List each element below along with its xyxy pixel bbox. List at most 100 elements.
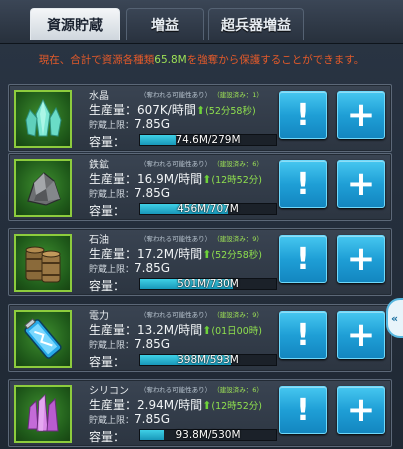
built-count: （建設済み：9） bbox=[213, 311, 263, 319]
production-time: (12時52分) bbox=[211, 175, 262, 186]
production-label: 生産量： bbox=[89, 103, 138, 117]
info-button[interactable]: ! bbox=[279, 386, 327, 434]
production-time: (12時52分) bbox=[211, 401, 262, 412]
add-button[interactable]: + bbox=[337, 311, 385, 359]
storage-limit-row: 貯蔵上限：7.85G bbox=[89, 117, 170, 131]
storage-limit-row: 貯蔵上限：7.85G bbox=[89, 186, 170, 200]
storage-limit-value: 7.85G bbox=[134, 186, 171, 200]
resource-name: 電力 bbox=[89, 311, 109, 322]
info-button[interactable]: ! bbox=[279, 311, 327, 359]
resource-status-tag: （奪われる可能性あり） （建設済み：6） bbox=[140, 158, 263, 168]
protected-tag: （奪われる可能性あり） bbox=[140, 235, 212, 243]
capacity-bar: 398M/593M bbox=[139, 354, 277, 366]
built-count: （建設済み：9） bbox=[213, 235, 263, 243]
capacity-label: 容量： bbox=[89, 279, 126, 293]
storage-limit-value: 7.85G bbox=[134, 117, 171, 131]
resource-status-tag: （奪われる可能性あり） （建設済み：9） bbox=[140, 309, 263, 319]
resource-name: 水晶 bbox=[89, 91, 109, 102]
add-button[interactable]: + bbox=[337, 386, 385, 434]
oil-barrel-icon[interactable] bbox=[14, 234, 72, 292]
resource-name: 鉄鉱 bbox=[89, 160, 109, 171]
production-value: 2.94M/時間 bbox=[137, 398, 203, 412]
capacity-value: 456M/707M bbox=[177, 203, 239, 215]
capacity-value: 501M/730M bbox=[177, 278, 239, 290]
storage-limit-row: 貯蔵上限：7.85G bbox=[89, 337, 170, 351]
capacity-label: 容量： bbox=[89, 355, 126, 369]
add-button[interactable]: + bbox=[337, 160, 385, 208]
built-count: （建設済み：6） bbox=[213, 386, 263, 394]
protected-tag: （奪われる可能性あり） bbox=[140, 91, 212, 99]
battery-icon[interactable] bbox=[14, 310, 72, 368]
up-arrow-icon: ⬆ bbox=[202, 248, 212, 261]
resource-card: 電力 （奪われる可能性あり） （建設済み：9） 生産量：13.2M/時間⬆(01日0… bbox=[8, 304, 392, 372]
protected-tag: （奪われる可能性あり） bbox=[140, 386, 212, 394]
protection-notice: 現在、合計で資源各種類65.8Mを強奪から保護することができます。 bbox=[0, 52, 403, 72]
info-button[interactable]: ! bbox=[279, 91, 327, 139]
resource-card: シリコン （奪われる可能性あり） （建設済み：6） 生産量：2.94M/時間⬆(12… bbox=[8, 379, 392, 447]
resource-status-tag: （奪われる可能性あり） （建設済み：9） bbox=[140, 233, 263, 243]
resource-card: 石油 （奪われる可能性あり） （建設済み：9） 生産量：17.2M/時間⬆(52分5… bbox=[8, 228, 392, 296]
up-arrow-icon: ⬆ bbox=[195, 104, 206, 117]
built-count: （建設済み：1） bbox=[213, 91, 263, 99]
storage-limit-label: 貯蔵上限： bbox=[89, 416, 135, 426]
production-row: 生産量：17.2M/時間⬆(52分58秒) bbox=[89, 245, 262, 262]
storage-limit-label: 貯蔵上限： bbox=[89, 265, 135, 275]
tab-resource-storage[interactable]: 資源貯蔵 bbox=[30, 8, 120, 40]
resource-name: 石油 bbox=[89, 235, 109, 246]
capacity-bar: 456M/707M bbox=[139, 203, 277, 215]
up-arrow-icon: ⬆ bbox=[202, 399, 212, 412]
storage-limit-value: 7.85G bbox=[134, 412, 171, 426]
info-button[interactable]: ! bbox=[279, 160, 327, 208]
capacity-bar: 74.6M/279M bbox=[139, 134, 277, 146]
capacity-label: 容量： bbox=[89, 135, 126, 149]
side-panel-handle[interactable]: « bbox=[386, 298, 403, 338]
crystal-icon[interactable] bbox=[14, 90, 72, 148]
production-time: (01日00時) bbox=[211, 326, 262, 337]
capacity-bar: 93.8M/530M bbox=[139, 429, 277, 441]
resource-status-tag: （奪われる可能性あり） （建設済み：6） bbox=[140, 384, 263, 394]
resource-card: 鉄鉱 （奪われる可能性あり） （建設済み：6） 生産量：16.9M/時間⬆(12時5… bbox=[8, 153, 392, 221]
tab-bar: 資源貯蔵 増益 超兵器増益 bbox=[0, 0, 403, 44]
tab-bonus[interactable]: 増益 bbox=[126, 8, 204, 40]
production-row: 生産量：2.94M/時間⬆(12時52分) bbox=[89, 396, 262, 413]
storage-limit-value: 7.85G bbox=[134, 261, 171, 275]
capacity-value: 398M/593M bbox=[177, 354, 239, 366]
capacity-label: 容量： bbox=[89, 430, 126, 444]
built-count: （建設済み：6） bbox=[213, 160, 263, 168]
notice-suffix: を強奪から保護することができます。 bbox=[186, 54, 365, 66]
production-time: (52分58秒) bbox=[211, 250, 262, 261]
protected-tag: （奪われる可能性あり） bbox=[140, 160, 212, 168]
add-button[interactable]: + bbox=[337, 235, 385, 283]
add-button[interactable]: + bbox=[337, 91, 385, 139]
capacity-label: 容量： bbox=[89, 204, 126, 218]
production-value: 13.2M/時間 bbox=[137, 323, 203, 337]
production-value: 17.2M/時間 bbox=[137, 247, 203, 261]
production-label: 生産量： bbox=[89, 172, 138, 186]
up-arrow-icon: ⬆ bbox=[202, 324, 212, 337]
production-label: 生産量： bbox=[89, 398, 138, 412]
production-row: 生産量：13.2M/時間⬆(01日00時) bbox=[89, 321, 262, 338]
capacity-value: 93.8M/530M bbox=[175, 429, 241, 441]
capacity-bar: 501M/730M bbox=[139, 278, 277, 290]
capacity-value: 74.6M/279M bbox=[175, 134, 241, 146]
storage-limit-value: 7.85G bbox=[134, 337, 171, 351]
storage-limit-row: 貯蔵上限：7.85G bbox=[89, 412, 170, 426]
storage-limit-label: 貯蔵上限： bbox=[89, 190, 135, 200]
production-label: 生産量： bbox=[89, 323, 138, 337]
notice-amount: 65.8M bbox=[154, 54, 187, 66]
production-row: 生産量：16.9M/時間⬆(12時52分) bbox=[89, 170, 262, 187]
production-value: 607K/時間 bbox=[137, 103, 196, 117]
tab-superweapon-bonus[interactable]: 超兵器増益 bbox=[208, 8, 304, 40]
production-time: (52分58秒) bbox=[205, 106, 256, 117]
production-value: 16.9M/時間 bbox=[137, 172, 203, 186]
up-arrow-icon: ⬆ bbox=[202, 173, 212, 186]
info-button[interactable]: ! bbox=[279, 235, 327, 283]
production-row: 生産量：607K/時間⬆(52分58秒) bbox=[89, 101, 256, 118]
resource-card: 水晶 （奪われる可能性あり） （建設済み：1） 生産量：607K/時間⬆(52分58… bbox=[8, 84, 392, 152]
storage-limit-row: 貯蔵上限：7.85G bbox=[89, 261, 170, 275]
iron-ore-icon[interactable] bbox=[14, 159, 72, 217]
storage-limit-label: 貯蔵上限： bbox=[89, 341, 135, 351]
silicon-icon[interactable] bbox=[14, 385, 72, 443]
notice-prefix: 現在、合計で資源各種類 bbox=[38, 54, 155, 66]
storage-limit-label: 貯蔵上限： bbox=[89, 121, 135, 131]
